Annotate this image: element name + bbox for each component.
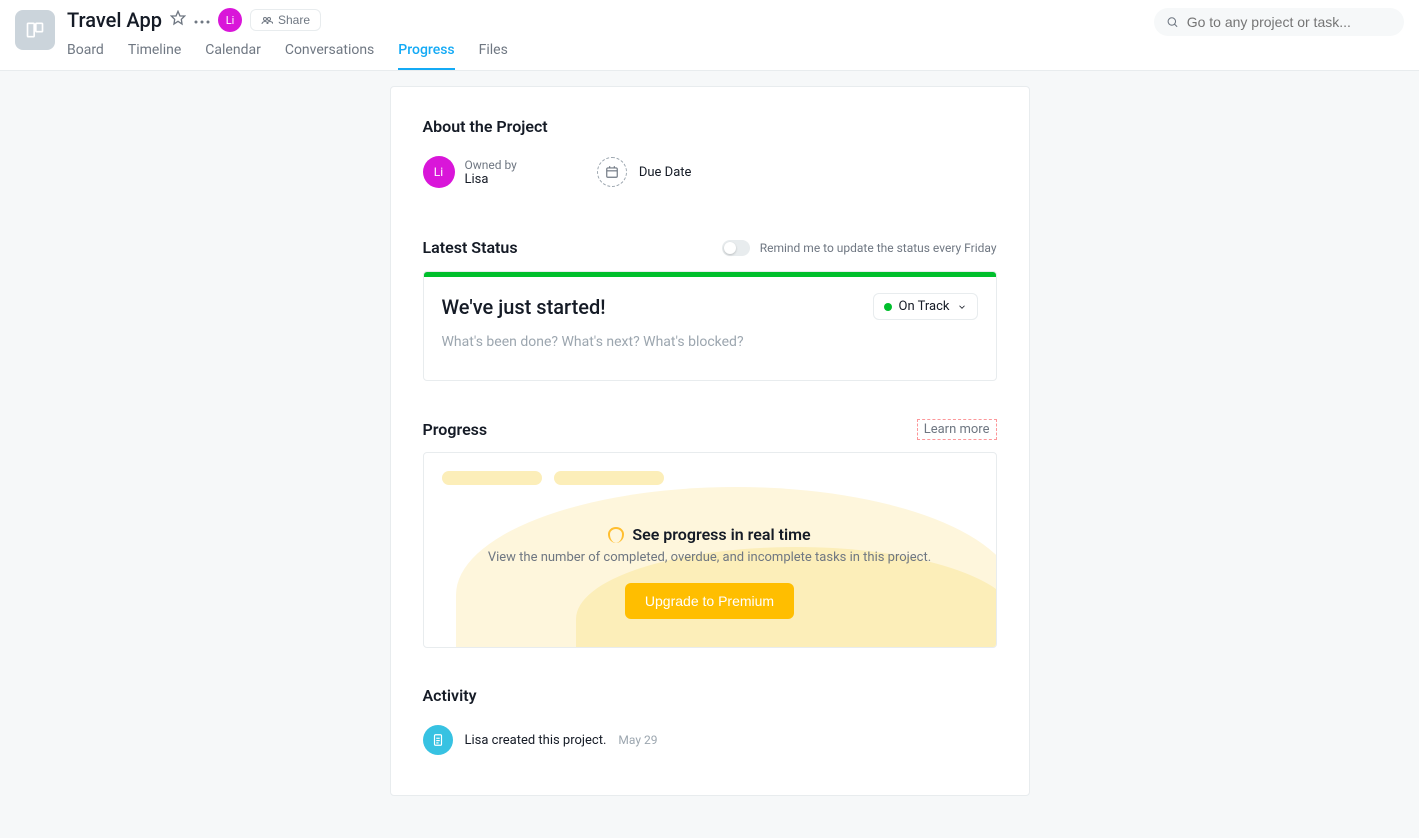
- more-icon[interactable]: [194, 12, 210, 28]
- learn-more-link[interactable]: Learn more: [917, 419, 997, 440]
- share-label: Share: [278, 13, 310, 27]
- header-main: Travel App Li Share Board Timeline Calenda…: [67, 8, 1154, 70]
- title-row: Travel App Li Share: [67, 8, 1154, 32]
- status-box: We've just started! On Track What's been…: [423, 271, 997, 381]
- tabs: Board Timeline Calendar Conversations Progre…: [67, 42, 1154, 70]
- tab-progress[interactable]: Progress: [398, 42, 454, 70]
- clipboard-icon: [423, 725, 453, 755]
- search-box[interactable]: [1154, 8, 1404, 36]
- member-avatar[interactable]: Li: [218, 8, 242, 32]
- skeleton-row: [442, 471, 978, 485]
- reminder-label: Remind me to update the status every Fri…: [760, 241, 997, 255]
- progress-hero-sub: View the number of completed, overdue, a…: [442, 550, 978, 565]
- about-row: Li Owned by Lisa Due Date: [423, 156, 997, 188]
- activity-row: Lisa created this project. May 29: [423, 725, 997, 755]
- owned-by-label: Owned by: [465, 158, 517, 172]
- project-title[interactable]: Travel App: [67, 8, 162, 32]
- activity-title: Activity: [423, 686, 997, 705]
- owner-name: Lisa: [465, 172, 517, 187]
- progress-hero: See progress in real time View the numbe…: [442, 525, 978, 619]
- star-icon[interactable]: [170, 10, 186, 30]
- progress-hero-title: See progress in real time: [632, 525, 810, 544]
- status-title-label: Latest Status: [423, 238, 518, 257]
- progress-box: See progress in real time View the numbe…: [423, 452, 997, 648]
- tab-timeline[interactable]: Timeline: [128, 42, 181, 70]
- search-icon: [1166, 15, 1179, 29]
- upgrade-button[interactable]: Upgrade to Premium: [625, 583, 794, 619]
- activity-text: Lisa created this project.: [465, 733, 607, 748]
- status-heading[interactable]: We've just started!: [442, 295, 606, 319]
- search-input[interactable]: [1187, 14, 1392, 30]
- tab-conversations[interactable]: Conversations: [285, 42, 374, 70]
- progress-title: Progress: [423, 420, 488, 439]
- progress-header: Progress Learn more: [423, 419, 997, 440]
- share-button[interactable]: Share: [250, 9, 321, 31]
- chevron-down-icon: [957, 302, 967, 312]
- main-card: About the Project Li Owned by Lisa Due D…: [390, 86, 1030, 796]
- status-description-input[interactable]: What's been done? What's next? What's bl…: [442, 334, 978, 350]
- activity-date: May 29: [618, 733, 657, 747]
- skeleton-bar: [442, 471, 542, 485]
- app-header: Travel App Li Share Board Timeline Calenda…: [0, 0, 1419, 71]
- due-date-block[interactable]: Due Date: [597, 156, 692, 188]
- skeleton-bar: [554, 471, 664, 485]
- tab-calendar[interactable]: Calendar: [205, 42, 261, 70]
- medal-icon: [608, 527, 624, 543]
- status-pill[interactable]: On Track: [873, 293, 978, 320]
- status-pill-label: On Track: [899, 299, 950, 314]
- status-dot-icon: [884, 303, 892, 311]
- tab-files[interactable]: Files: [479, 42, 508, 70]
- owner-avatar: Li: [423, 156, 455, 188]
- project-icon[interactable]: [15, 10, 55, 50]
- status-header: Latest Status Remind me to update the st…: [423, 238, 997, 257]
- reminder-toggle[interactable]: [722, 240, 750, 256]
- about-title: About the Project: [423, 117, 997, 136]
- due-date-label: Due Date: [639, 165, 692, 180]
- calendar-icon: [597, 157, 627, 187]
- reminder-row: Remind me to update the status every Fri…: [722, 240, 997, 256]
- tab-board[interactable]: Board: [67, 42, 104, 70]
- owner-block[interactable]: Li Owned by Lisa: [423, 156, 517, 188]
- content: About the Project Li Owned by Lisa Due D…: [0, 71, 1419, 836]
